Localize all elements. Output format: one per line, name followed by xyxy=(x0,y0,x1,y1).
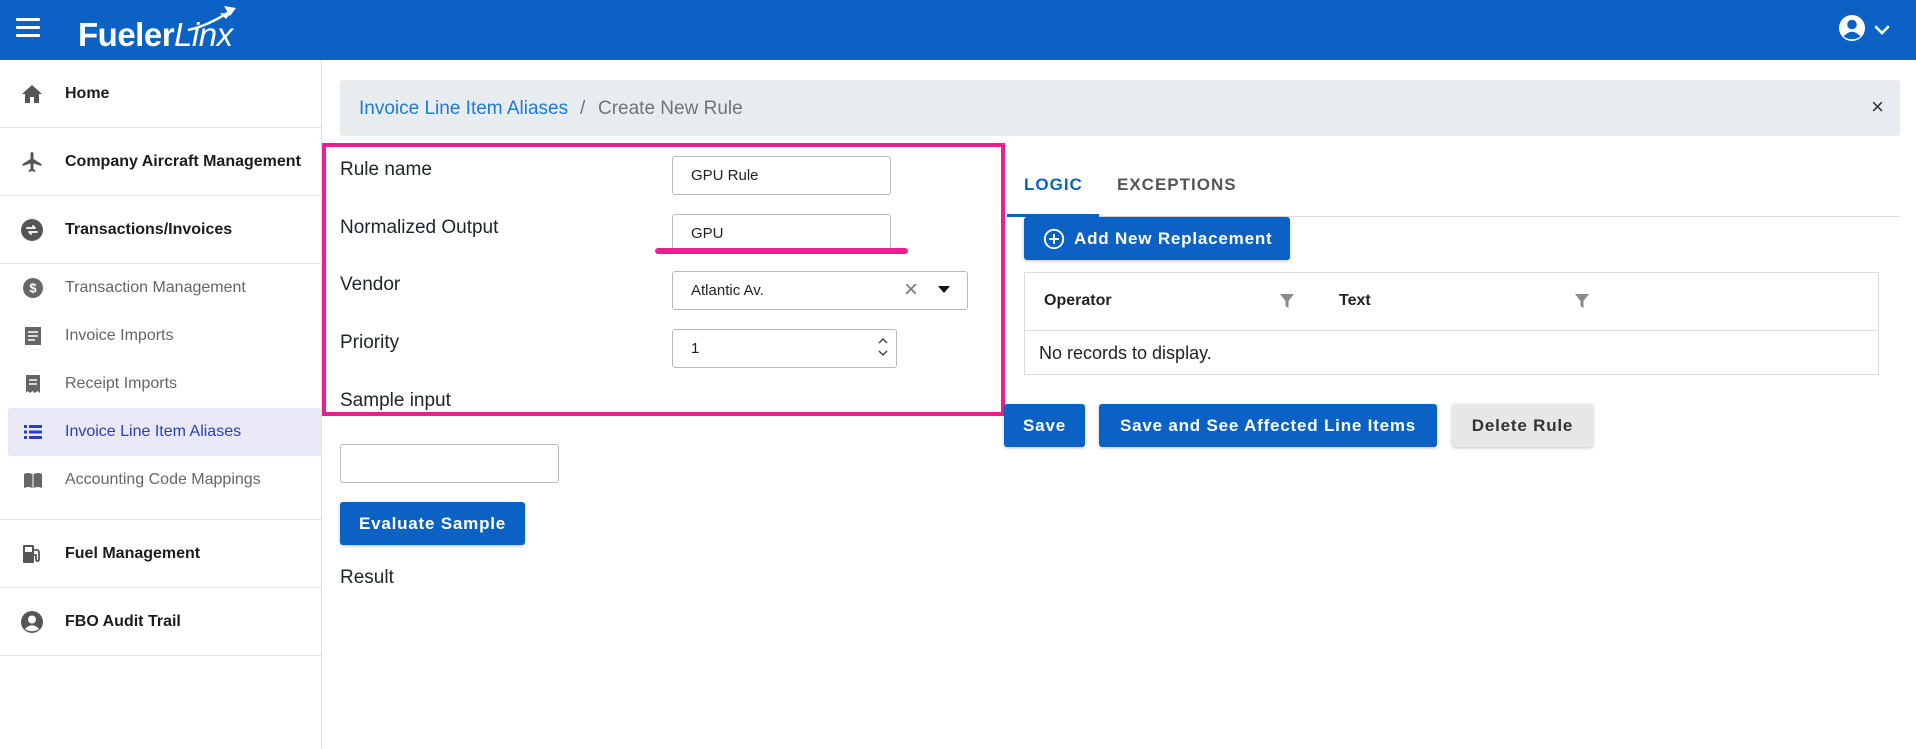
sidebar-item-label: Accounting Code Mappings xyxy=(65,471,261,488)
filter-icon[interactable] xyxy=(1279,293,1295,310)
sidebar-item-label: Fuel Management xyxy=(65,544,201,562)
filter-icon[interactable] xyxy=(1574,293,1590,310)
rule-name-label: Rule name xyxy=(340,159,432,180)
svg-text:$: $ xyxy=(29,281,37,296)
no-records-message: No records to display. xyxy=(1039,343,1212,363)
airplane-icon xyxy=(22,151,42,172)
receipt-icon xyxy=(26,375,40,393)
home-icon xyxy=(22,84,42,103)
top-bar: FuelerLinx xyxy=(0,0,1916,60)
user-menu[interactable] xyxy=(1838,14,1894,46)
airplane-logo-icon xyxy=(187,6,236,32)
sidebar-item-receipt-imports[interactable]: Receipt Imports xyxy=(8,360,321,408)
user-circle-icon xyxy=(1839,15,1865,41)
rule-name-input[interactable]: GPU Rule xyxy=(672,156,891,195)
tab-exceptions[interactable]: EXCEPTIONS xyxy=(1117,175,1237,195)
sidebar-item-label: Invoice Imports xyxy=(65,327,174,344)
book-icon xyxy=(24,473,42,488)
fuel-pump-icon xyxy=(23,544,40,563)
grid-header: Operator Text xyxy=(1025,273,1878,331)
priority-stepper[interactable]: 1 xyxy=(672,329,897,368)
vendor-label: Vendor xyxy=(340,274,401,295)
delete-rule-button[interactable]: Delete Rule xyxy=(1452,404,1593,447)
add-new-replacement-button[interactable]: Add New Replacement xyxy=(1024,217,1290,260)
sidebar-item-transactions-invoices[interactable]: Transactions/Invoices xyxy=(0,196,321,264)
sidebar-item-label: FBO Audit Trail xyxy=(65,612,181,630)
breadcrumb-separator: / xyxy=(580,98,586,119)
clear-icon[interactable]: × xyxy=(904,278,918,302)
spinner-arrows-icon[interactable] xyxy=(877,334,889,360)
sidebar-item-company-aircraft-management[interactable]: Company Aircraft Management xyxy=(0,128,321,196)
breadcrumb-link-invoice-line-item-aliases[interactable]: Invoice Line Item Aliases xyxy=(359,98,568,120)
sample-input-label: Sample input xyxy=(340,390,451,411)
sidebar-item-label: Company Aircraft Management xyxy=(65,152,301,170)
sidebar: Home Company Aircraft Management Transac… xyxy=(0,60,322,749)
column-header-text[interactable]: Text xyxy=(1339,292,1371,310)
priority-label: Priority xyxy=(340,332,400,353)
user-circle-icon xyxy=(21,610,43,633)
exchange-icon xyxy=(21,218,43,241)
sidebar-item-label: Transactions/Invoices xyxy=(65,220,233,238)
plus-circle-icon xyxy=(1043,228,1065,250)
hamburger-icon[interactable] xyxy=(16,18,40,38)
breadcrumb-current-page: Create New Rule xyxy=(598,98,743,119)
chevron-down-icon xyxy=(1874,25,1890,35)
result-label: Result xyxy=(340,567,394,588)
sidebar-item-label: Transaction Management xyxy=(65,279,246,296)
save-button[interactable]: Save xyxy=(1004,404,1085,447)
tab-logic[interactable]: LOGIC xyxy=(1024,175,1083,195)
sidebar-item-invoice-line-item-aliases[interactable]: Invoice Line Item Aliases xyxy=(8,408,321,456)
highlight-underline xyxy=(655,248,908,254)
sidebar-item-fuel-management[interactable]: Fuel Management xyxy=(0,520,321,588)
sidebar-item-invoice-imports[interactable]: Invoice Imports xyxy=(8,312,321,360)
dollar-circle-icon: $ xyxy=(23,278,43,298)
sidebar-item-fbo-audit-trail[interactable]: FBO Audit Trail xyxy=(0,588,321,656)
transactions-submenu: $ Transaction Management Invoice Imports… xyxy=(0,264,321,520)
sidebar-item-transaction-management[interactable]: $ Transaction Management xyxy=(8,264,321,312)
save-and-see-affected-line-items-button[interactable]: Save and See Affected Line Items xyxy=(1099,404,1437,447)
normalized-output-label: Normalized Output xyxy=(340,217,499,238)
document-icon xyxy=(25,327,41,345)
sidebar-item-label: Invoice Line Item Aliases xyxy=(65,423,242,440)
sidebar-item-accounting-code-mappings[interactable]: Accounting Code Mappings xyxy=(8,456,321,504)
column-header-operator[interactable]: Operator xyxy=(1044,292,1112,310)
close-icon[interactable]: × xyxy=(1871,96,1884,118)
list-icon xyxy=(24,425,42,439)
sidebar-item-label: Receipt Imports xyxy=(65,375,178,392)
evaluate-sample-button[interactable]: Evaluate Sample xyxy=(340,502,525,545)
add-new-replacement-label: Add New Replacement xyxy=(1074,229,1273,248)
vendor-select[interactable]: Atlantic Av. xyxy=(672,271,968,310)
caret-down-icon[interactable] xyxy=(938,286,950,293)
sidebar-item-label: Home xyxy=(65,84,110,102)
replacements-grid: Operator Text No records to display. xyxy=(1024,272,1879,375)
breadcrumb: Invoice Line Item Aliases / Create New R… xyxy=(340,80,1900,136)
sample-input-field[interactable] xyxy=(340,444,559,483)
sidebar-item-home[interactable]: Home xyxy=(0,60,321,128)
